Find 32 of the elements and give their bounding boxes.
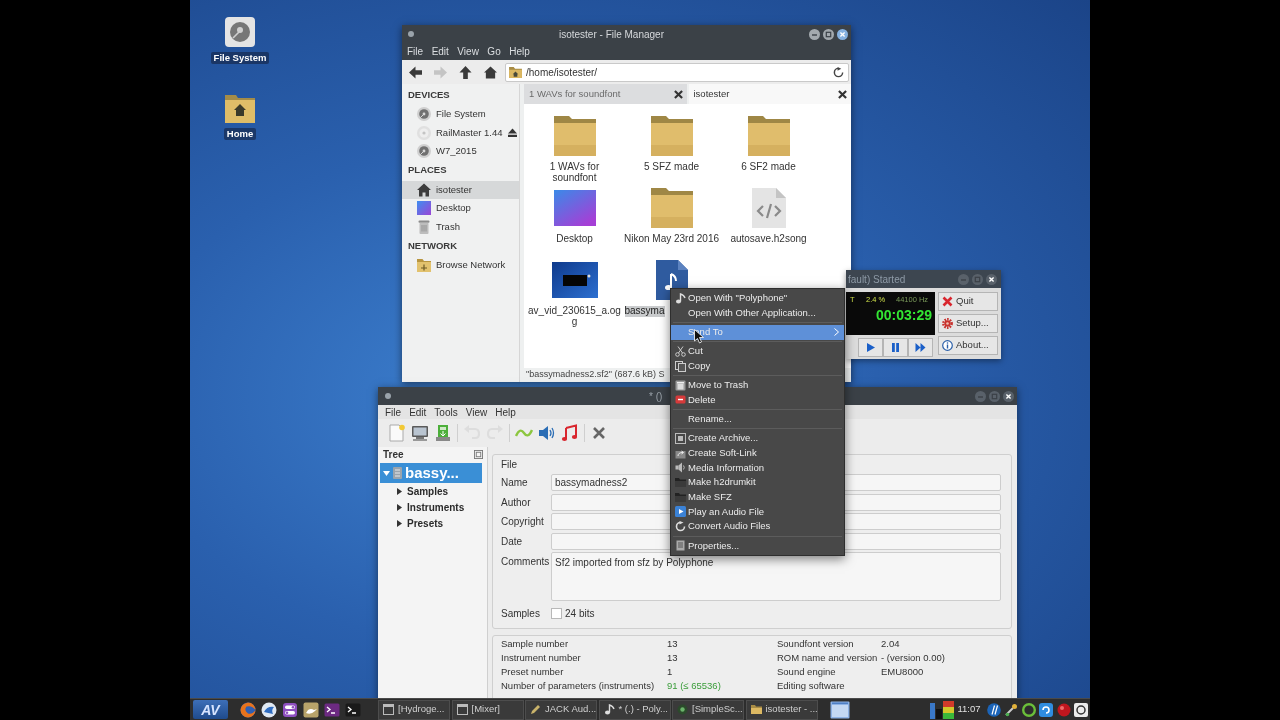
panel-title: Tree [383, 447, 404, 462]
status-text: "bassymadness2.sf2" (687.6 kB) S [526, 368, 665, 382]
section-heading: PLACES [407, 163, 448, 178]
field-label: Copyright [501, 515, 545, 529]
info-value: EMU8000 [881, 664, 925, 679]
info-label: Soundfont version [777, 636, 855, 651]
info-label: Number of parameters (instruments) [501, 678, 656, 693]
info-value: 91 (≤ 65536) [667, 678, 721, 693]
info-label: ROM name and version [777, 650, 879, 665]
window-title: isotester - File Manager [557, 27, 665, 42]
elapsed-time: 00:03:29 [875, 307, 932, 323]
field-label: Author [501, 495, 532, 510]
info-label: Instrument number [501, 650, 582, 665]
field-label: Name [501, 476, 529, 490]
clock: 11:07 [957, 702, 981, 717]
info-value: 2.04 [881, 636, 901, 651]
field-label: Samples [501, 606, 541, 621]
field-label: Date [501, 534, 524, 549]
section-heading: NETWORK [407, 238, 459, 253]
window-title: fault) Started [848, 272, 907, 287]
info-label: Sound engine [777, 664, 837, 679]
info-value: - (version 0.00) [881, 650, 946, 665]
info-value: 13 [667, 650, 678, 665]
section-heading: DEVICES [407, 87, 451, 102]
info-label: Preset number [501, 664, 565, 679]
window-title: * () [649, 389, 663, 404]
info-value: 1 [667, 664, 673, 679]
group-title: File [501, 460, 518, 470]
info-label: Editing software [777, 678, 846, 693]
info-label: Sample number [501, 636, 570, 651]
field-label: Comments [501, 555, 551, 569]
info-value: 13 [667, 636, 678, 651]
